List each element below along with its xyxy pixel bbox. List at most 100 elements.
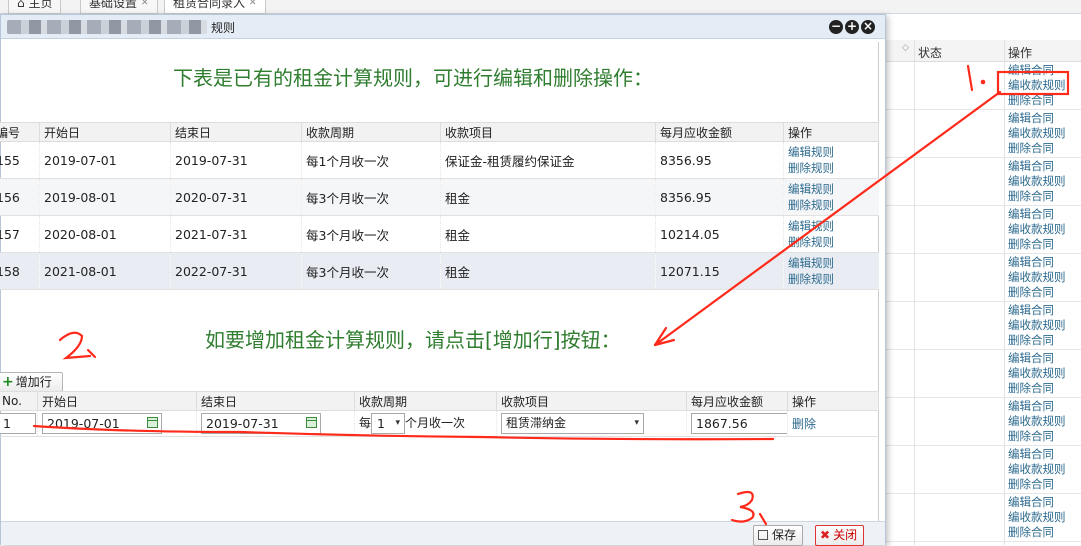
edit-rule-link[interactable]: 编辑规则 — [788, 255, 875, 271]
delete-contract-link[interactable]: 删除合同 — [1008, 189, 1066, 204]
cell-start: 2021-08-01 — [39, 252, 171, 290]
delete-rule-link[interactable]: 删除规则 — [788, 234, 875, 250]
edit-rule-link[interactable]: 编辑规则 — [788, 181, 875, 197]
add-row-button[interactable]: + 增加行 — [0, 372, 63, 392]
table-header-row: 编号 开始日 结束日 收款周期 收款项目 每月应收金额 操作 — [0, 122, 879, 142]
col-header-amount: 每月应收金额 — [655, 122, 784, 142]
edit-contract-link[interactable]: 编辑合同 — [1008, 111, 1066, 126]
existing-rules-table: 编号 开始日 结束日 收款周期 收款项目 每月应收金额 操作 155 2019-… — [0, 122, 879, 290]
delete-rule-link[interactable]: 删除规则 — [788, 160, 875, 176]
amount-input[interactable]: 1867.56 — [691, 413, 788, 434]
tab-basic-settings[interactable]: 基础设置 ✕ — [80, 0, 158, 14]
table-row[interactable]: 编辑合同 编收款规则 删除合同 — [880, 110, 1081, 158]
edit-contract-link[interactable]: 编辑合同 — [1008, 447, 1066, 462]
edit-payment-rule-link[interactable]: 编收款规则 — [1008, 222, 1066, 237]
edit-payment-rule-link[interactable]: 编收款规则 — [1008, 366, 1066, 381]
calendar-icon[interactable] — [306, 417, 317, 428]
row-ops: 编辑合同 编收款规则 删除合同 — [1008, 351, 1066, 396]
col-header-cycle: 收款周期 — [354, 391, 497, 411]
table-row[interactable]: 编辑合同 编收款规则 删除合同 — [880, 494, 1081, 542]
cell-ops: 编辑规则 删除规则 — [783, 215, 879, 253]
table-row[interactable]: 编辑合同 编收款规则 删除合同 — [880, 206, 1081, 254]
tab-lease-contract-entry-label: 租赁合同录入 — [173, 0, 246, 10]
add-row-button-label: 增加行 — [15, 375, 52, 389]
dialog-titlebar[interactable]: 规则 − + × — [1, 15, 885, 39]
delete-contract-link[interactable]: 删除合同 — [1008, 237, 1066, 252]
tab-close-icon[interactable]: ✕ — [249, 0, 257, 8]
table-row[interactable]: 158 2021-08-01 2022-07-31 每3个月收一次 租金 120… — [0, 252, 879, 290]
cycle-suffix: 个月收一次 — [405, 416, 466, 430]
maximize-icon[interactable]: + — [845, 20, 859, 34]
table-row[interactable]: 编辑合同 编收款规则 删除合同 — [880, 350, 1081, 398]
table-row[interactable]: 编辑合同 编收款规则 删除合同 — [880, 62, 1081, 110]
dialog-body: 下表是已有的租金计算规则，可进行编辑和删除操作： 编号 开始日 结束日 收款周期… — [0, 42, 879, 522]
edit-contract-link[interactable]: 编辑合同 — [1008, 351, 1066, 366]
edit-payment-rule-link[interactable]: 编收款规则 — [1008, 270, 1066, 285]
cell-ops: 编辑规则 删除规则 — [783, 141, 879, 179]
edit-contract-link[interactable]: 编辑合同 — [1008, 303, 1066, 318]
item-value: 租赁滞纳金 — [506, 416, 567, 430]
delete-contract-link[interactable]: 删除合同 — [1008, 429, 1066, 444]
delete-rule-link[interactable]: 删除规则 — [788, 271, 875, 287]
save-icon — [758, 530, 768, 540]
delete-contract-link[interactable]: 删除合同 — [1008, 477, 1066, 492]
edit-payment-rule-link[interactable]: 编收款规则 — [1008, 462, 1066, 477]
delete-contract-link[interactable]: 删除合同 — [1008, 141, 1066, 156]
no-input[interactable]: 1 — [0, 413, 36, 434]
tab-lease-contract-entry[interactable]: 租赁合同录入 ✕ — [164, 0, 266, 14]
item-select[interactable]: 租赁滞纳金 ▾ — [501, 413, 644, 434]
edit-contract-link[interactable]: 编辑合同 — [1008, 159, 1066, 174]
edit-contract-link[interactable]: 编辑合同 — [1008, 207, 1066, 222]
edit-contract-link[interactable]: 编辑合同 — [1008, 63, 1066, 78]
cycle-prefix: 每 — [359, 416, 372, 430]
delete-row-link[interactable]: 删除 — [792, 417, 816, 431]
calendar-icon[interactable] — [147, 417, 158, 428]
delete-contract-link[interactable]: 删除合同 — [1008, 93, 1066, 108]
table-row[interactable]: 编辑合同 编收款规则 删除合同 — [880, 446, 1081, 494]
col-header-no: No. — [0, 391, 38, 411]
edit-payment-rule-link[interactable]: 编收款规则 — [1008, 318, 1066, 333]
edit-payment-rule-link[interactable]: 编收款规则 — [1008, 174, 1066, 189]
close-icon[interactable]: × — [861, 20, 875, 34]
edit-payment-rule-link[interactable]: 编收款规则 — [1008, 414, 1066, 429]
end-date-input[interactable]: 2019-07-31 — [201, 413, 321, 434]
edit-contract-link[interactable]: 编辑合同 — [1008, 399, 1066, 414]
delete-contract-link[interactable]: 删除合同 — [1008, 381, 1066, 396]
minimize-icon[interactable]: − — [829, 20, 843, 34]
table-row[interactable]: 157 2020-08-01 2021-07-31 每3个月收一次 租金 102… — [0, 215, 879, 253]
end-date-value: 2019-07-31 — [206, 416, 279, 431]
table-row[interactable]: 编辑合同 编收款规则 删除合同 — [880, 302, 1081, 350]
delete-contract-link[interactable]: 删除合同 — [1008, 285, 1066, 300]
existing-rules-heading: 下表是已有的租金计算规则，可进行编辑和删除操作： — [173, 66, 653, 90]
table-row[interactable]: 编辑合同 编收款规则 删除合同 — [880, 158, 1081, 206]
cycle-select[interactable]: 1 ▾ — [371, 413, 406, 434]
row-ops: 编辑合同 编收款规则 删除合同 — [1008, 495, 1066, 540]
delete-contract-link[interactable]: 删除合同 — [1008, 525, 1066, 540]
status-column-header[interactable]: 状态 — [918, 44, 942, 61]
tab-home[interactable]: ⌂ 主页 — [8, 0, 62, 14]
table-row[interactable]: 155 2019-07-01 2019-07-31 每1个月收一次 保证金-租赁… — [0, 141, 879, 179]
table-row[interactable]: 编辑合同 编收款规则 删除合同 — [880, 254, 1081, 302]
table-row[interactable]: 编辑合同 编收款规则 删除合同 — [880, 398, 1081, 446]
edit-payment-rule-link[interactable]: 编收款规则 — [1008, 126, 1066, 141]
edit-payment-rule-link[interactable]: 编收款规则 — [1008, 78, 1066, 93]
save-button[interactable]: 保存 — [753, 525, 804, 546]
edit-contract-link[interactable]: 编辑合同 — [1008, 495, 1066, 510]
cell-item: 租金 — [440, 178, 656, 216]
delete-contract-link[interactable]: 删除合同 — [1008, 333, 1066, 348]
col-header-end: 结束日 — [170, 122, 302, 142]
edit-contract-link[interactable]: 编辑合同 — [1008, 255, 1066, 270]
start-date-input[interactable]: 2019-07-01 — [42, 413, 162, 434]
col-header-cycle: 收款周期 — [301, 122, 441, 142]
cell-start: 2020-08-01 — [39, 215, 171, 253]
tab-close-icon[interactable]: ✕ — [141, 0, 149, 8]
delete-rule-link[interactable]: 删除规则 — [788, 197, 875, 213]
cell-cycle: 每3个月收一次 — [301, 215, 441, 253]
edit-payment-rule-link[interactable]: 编收款规则 — [1008, 510, 1066, 525]
edit-rule-link[interactable]: 编辑规则 — [788, 218, 875, 234]
edit-rule-link[interactable]: 编辑规则 — [788, 144, 875, 160]
table-row[interactable]: 156 2019-08-01 2020-07-31 每3个月收一次 租金 835… — [0, 178, 879, 216]
save-button-label: 保存 — [772, 528, 797, 542]
close-button[interactable]: ✖ 关闭 — [815, 525, 865, 546]
sort-icon[interactable]: ◇ — [902, 43, 909, 53]
